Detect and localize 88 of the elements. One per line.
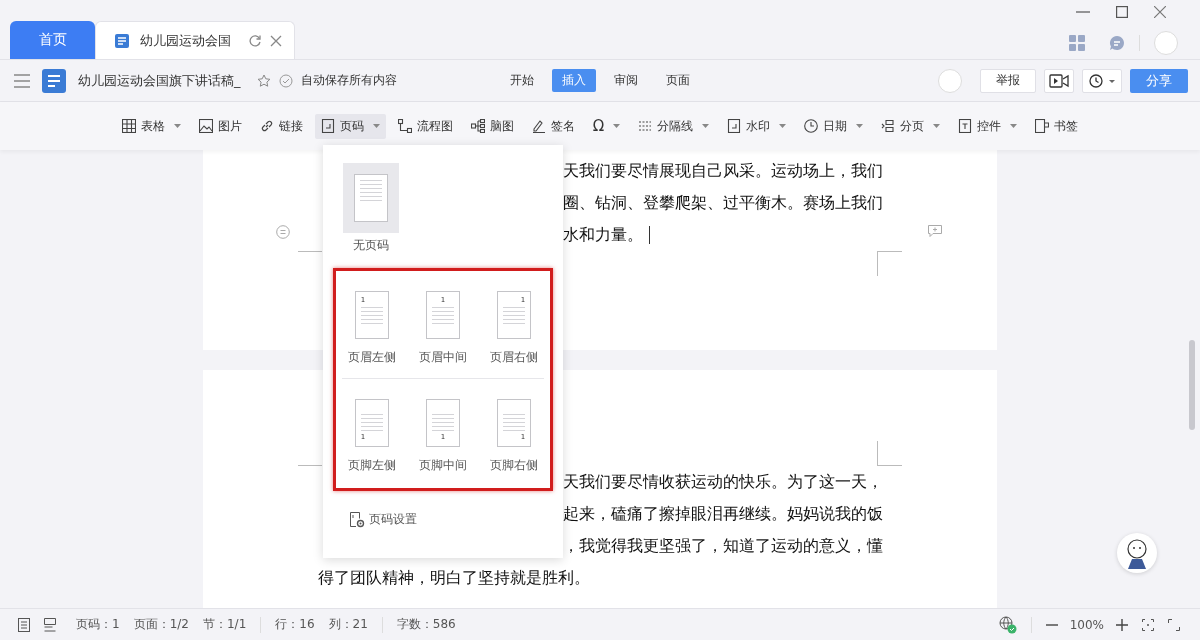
toolbar-button[interactable]: 签名 [525,113,581,139]
toolbar-button[interactable]: 页码 [314,113,386,139]
toolbar-button[interactable]: 分隔线 [632,113,716,139]
history-button[interactable] [1082,68,1122,93]
watermark-icon [727,119,742,133]
toolbar-button[interactable]: 水印 [721,113,793,139]
maximize-icon[interactable] [1116,6,1128,18]
clock-caret-icon [1089,73,1115,88]
image-icon [198,119,213,133]
video-camera-icon [1049,73,1069,88]
chat-icon[interactable] [1109,35,1125,51]
pen-icon [531,119,546,133]
table-icon [121,119,136,133]
save-status: 自动保存所有内容 [300,72,397,89]
clock-icon [804,119,819,133]
toolbar-button[interactable]: Ω [586,113,627,139]
comment-icon[interactable] [928,225,942,237]
zoom-in-icon[interactable] [1116,618,1128,631]
caret-icon [613,124,621,128]
toolbar-button[interactable]: 控件 [952,113,1024,139]
mind-map-icon [470,119,485,133]
close-icon[interactable] [1154,6,1166,18]
caret-icon [1010,124,1018,128]
margin-mark [877,251,902,276]
margin-mark [877,441,902,466]
caret-icon [933,124,941,128]
caret-icon [856,124,864,128]
refresh-icon[interactable] [248,33,262,48]
toolbar-button[interactable]: 日期 [798,113,870,139]
zoom-level: 100% [1069,617,1104,632]
column-status: 列：21 [328,616,368,633]
window-tab[interactable]: 首页 [10,21,95,59]
caret-icon [702,124,710,128]
toolbar-button[interactable]: 表格 [115,113,187,139]
page-count-status: 页面：1/2 [133,616,189,633]
menu-icon[interactable] [14,73,30,88]
body-text: 起来，磕痛了擦掉眼泪再继续。妈妈说我的饭 [563,503,883,525]
body-text: 圈、钻洞、登攀爬架、过平衡木。赛场上我们 [563,192,883,214]
bookmark-icon [1035,119,1050,133]
section-status: 节：1/1 [202,616,247,633]
star-icon[interactable] [256,73,271,88]
page-number-settings[interactable]: 页码设置 [349,511,417,528]
toolbar-button[interactable]: 书签 [1029,113,1085,139]
paragraph-icon[interactable] [276,225,290,239]
toolbar-button[interactable]: 链接 [253,113,309,139]
caret-icon [173,124,181,128]
divider-icon [638,119,653,133]
flowchart-icon [397,119,412,133]
page-gear-icon [349,511,365,528]
scrollbar[interactable] [1189,340,1195,430]
ribbon-tab[interactable]: 开始 [500,69,544,92]
outline-view-icon[interactable] [44,617,56,632]
ribbon-tab[interactable]: 页面 [656,69,700,92]
body-text: ，我觉得我更坚强了，知道了运动的意义，懂 [563,535,883,557]
body-text: 天我们要尽情展现自己风采。运动场上，我们 [563,160,883,182]
word-count: 字数：586 [396,616,456,633]
document-title: 幼儿园运动会国旗下讲话稿_ [78,71,241,90]
page-number-icon [320,119,335,133]
check-icon [278,73,293,88]
ribbon-tab[interactable]: 审阅 [604,69,648,92]
toolbar-button[interactable]: 流程图 [391,113,459,139]
fullscreen-icon[interactable] [1168,618,1180,631]
toolbar-button[interactable]: 图片 [192,113,248,139]
apps-icon[interactable] [1069,35,1085,51]
document-icon [42,68,66,93]
caret-icon [779,124,787,128]
close-icon[interactable] [270,34,282,47]
link-icon [259,119,274,133]
page-number-status: 页码：1 [76,616,120,633]
zoom-out-icon[interactable] [1045,623,1058,626]
report-button[interactable]: 举报 [980,68,1036,93]
document-icon [114,32,130,49]
video-button[interactable] [1044,68,1074,93]
window-tab[interactable]: 幼儿园运动会国 [95,21,295,59]
text-box-icon [958,119,973,133]
line-status: 行：16 [275,616,315,633]
body-text: 得了团队精神，明白了坚持就是胜利。 [318,567,590,589]
assistant-avatar[interactable] [1117,533,1157,573]
toolbar-button[interactable]: 脑图 [464,113,520,139]
caret-icon [372,124,380,128]
globe-check-icon[interactable] [998,615,1017,634]
toolbar-button[interactable]: 分页 [875,113,947,139]
page-break-icon [881,119,896,133]
page-thumbnail [354,174,388,222]
page-view-icon[interactable] [18,617,30,632]
fit-page-icon[interactable] [1142,618,1154,631]
body-text: 水和力量。 [563,224,643,246]
body-text: 天我们要尽情收获运动的快乐。为了这一天， [563,471,883,493]
